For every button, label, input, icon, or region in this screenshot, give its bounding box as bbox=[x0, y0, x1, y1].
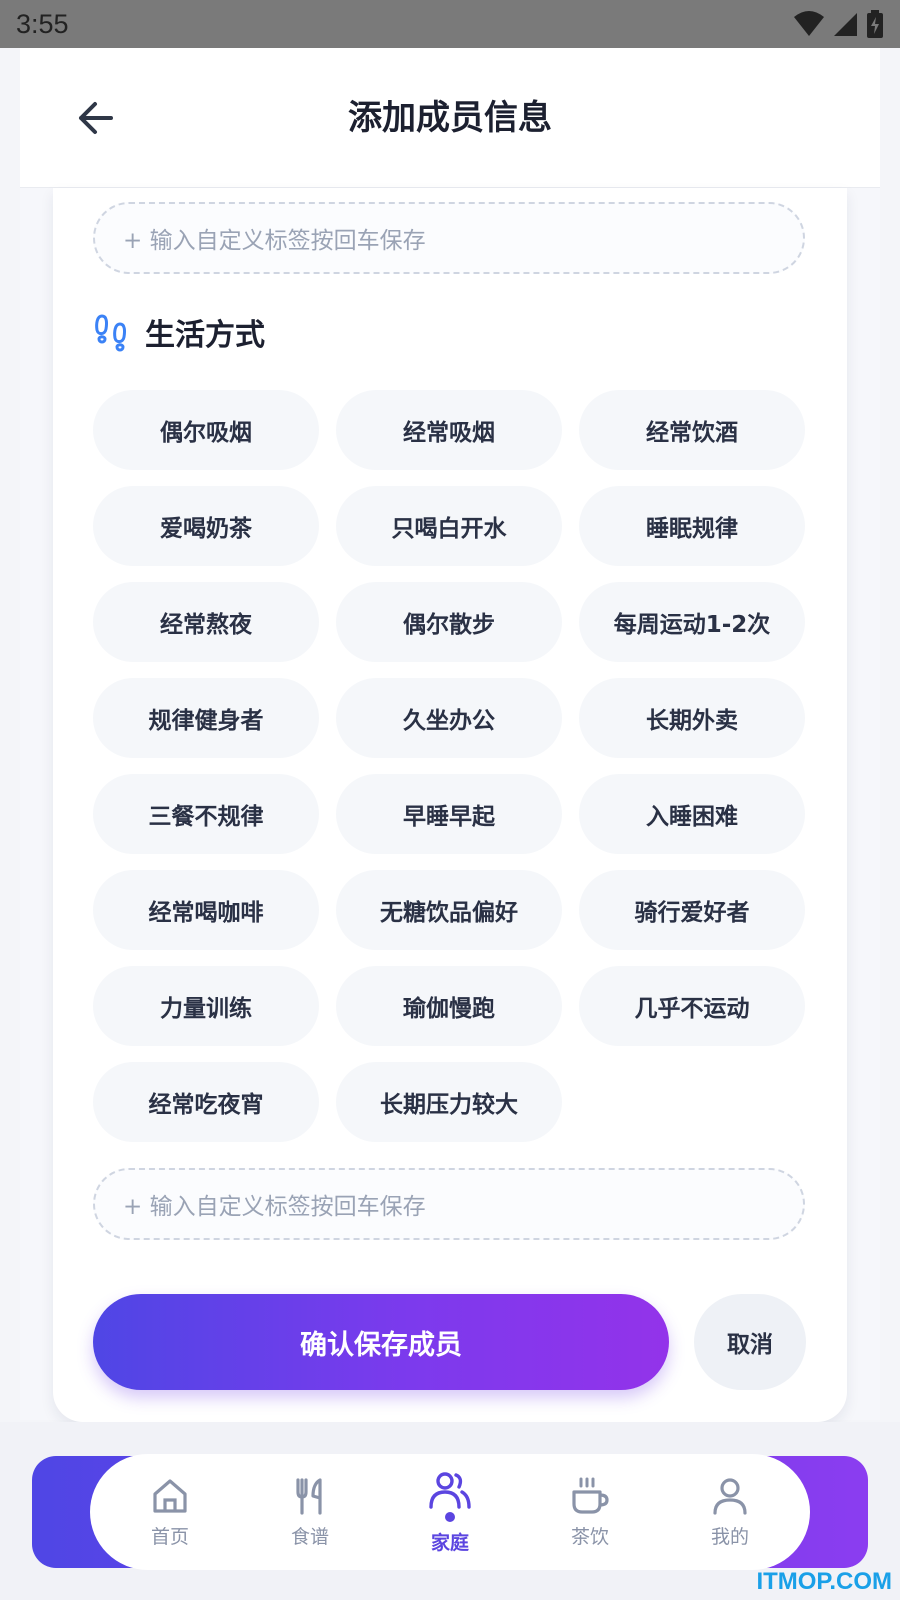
lifestyle-tag-grid: 偶尔吸烟 经常吸烟 经常饮酒 爱喝奶茶 只喝白开水 睡眠规律 经常熬夜 偶尔散步… bbox=[93, 390, 805, 1142]
lifestyle-tag[interactable]: 三餐不规律 bbox=[93, 774, 319, 854]
page-title: 添加成员信息 bbox=[348, 98, 552, 138]
lifestyle-tag[interactable]: 入睡困难 bbox=[579, 774, 805, 854]
cup-icon bbox=[572, 1477, 609, 1514]
lifestyle-tag[interactable]: 经常饮酒 bbox=[579, 390, 805, 470]
nav-label: 家庭 bbox=[430, 1531, 469, 1554]
lifestyle-tag[interactable]: 经常吃夜宵 bbox=[93, 1062, 319, 1142]
lifestyle-tag[interactable]: 睡眠规律 bbox=[579, 486, 805, 566]
home-icon bbox=[153, 1478, 187, 1513]
watermark: ITMOP.COM bbox=[756, 1568, 892, 1595]
custom-tag-input-lifestyle[interactable]: + 输入自定义标签按回车保存 bbox=[93, 1168, 805, 1240]
confirm-save-member-button[interactable]: 确认保存成员 bbox=[93, 1294, 669, 1390]
lifestyle-tag[interactable]: 早睡早起 bbox=[336, 774, 562, 854]
footprints-icon bbox=[95, 314, 126, 352]
nav-label: 茶饮 bbox=[570, 1525, 609, 1548]
battery-icon bbox=[867, 10, 883, 38]
nav-label: 我的 bbox=[710, 1525, 749, 1548]
lifestyle-tag[interactable]: 只喝白开水 bbox=[336, 486, 562, 566]
nav-item-tea[interactable]: 茶饮 bbox=[530, 1476, 650, 1549]
lifestyle-tag[interactable]: 经常喝咖啡 bbox=[93, 870, 319, 950]
signal-icon bbox=[834, 13, 857, 36]
lifestyle-tag[interactable]: 瑜伽慢跑 bbox=[336, 966, 562, 1046]
lifestyle-tag[interactable]: 力量训练 bbox=[93, 966, 319, 1046]
family-icon bbox=[429, 1471, 471, 1509]
nav-item-recipes[interactable]: 食谱 bbox=[250, 1476, 370, 1549]
wifi-icon bbox=[794, 11, 824, 36]
lifestyle-tag[interactable]: 偶尔吸烟 bbox=[93, 390, 319, 470]
lifestyle-tag[interactable]: 偶尔散步 bbox=[336, 582, 562, 662]
lifestyle-tag[interactable]: 长期压力较大 bbox=[336, 1062, 562, 1142]
lifestyle-tag[interactable]: 几乎不运动 bbox=[579, 966, 805, 1046]
lifestyle-tag[interactable]: 经常吸烟 bbox=[336, 390, 562, 470]
fork-knife-icon bbox=[296, 1477, 322, 1515]
header: 添加成员信息 bbox=[20, 48, 880, 188]
section-title-label: 生活方式 bbox=[145, 318, 265, 353]
lifestyle-tag[interactable]: 无糖饮品偏好 bbox=[336, 870, 562, 950]
lifestyle-tag[interactable]: 久坐办公 bbox=[336, 678, 562, 758]
nav-item-home[interactable]: 首页 bbox=[110, 1476, 230, 1549]
nav-item-profile[interactable]: 我的 bbox=[670, 1476, 790, 1549]
lifestyle-tag[interactable]: 长期外卖 bbox=[579, 678, 805, 758]
active-indicator-dot bbox=[445, 1511, 455, 1522]
status-bar: 3:55 bbox=[0, 0, 900, 48]
lifestyle-tag[interactable]: 规律健身者 bbox=[93, 678, 319, 758]
member-form-card: + 输入自定义标签按回车保存 生活方式 偶尔吸烟 经常吸烟 经常饮酒 爱喝奶茶 … bbox=[53, 188, 847, 1422]
lifestyle-tag[interactable]: 每周运动1-2次 bbox=[579, 582, 805, 662]
nav-item-family[interactable]: 家庭 bbox=[390, 1470, 510, 1555]
status-time: 3:55 bbox=[16, 8, 69, 39]
bottom-nav: 首页 食谱 家庭 茶饮 我的 bbox=[90, 1454, 810, 1570]
lifestyle-section-title: 生活方式 bbox=[93, 310, 265, 354]
lifestyle-tag[interactable]: 骑行爱好者 bbox=[579, 870, 805, 950]
cancel-button[interactable]: 取消 bbox=[694, 1294, 806, 1390]
status-icons bbox=[794, 10, 884, 38]
nav-label: 食谱 bbox=[290, 1525, 329, 1548]
lifestyle-tag[interactable]: 爱喝奶茶 bbox=[93, 486, 319, 566]
user-icon bbox=[713, 1477, 747, 1515]
nav-label: 首页 bbox=[150, 1525, 189, 1548]
lifestyle-tag[interactable]: 经常熬夜 bbox=[93, 582, 319, 662]
custom-tag-input-top[interactable]: + 输入自定义标签按回车保存 bbox=[93, 202, 805, 274]
